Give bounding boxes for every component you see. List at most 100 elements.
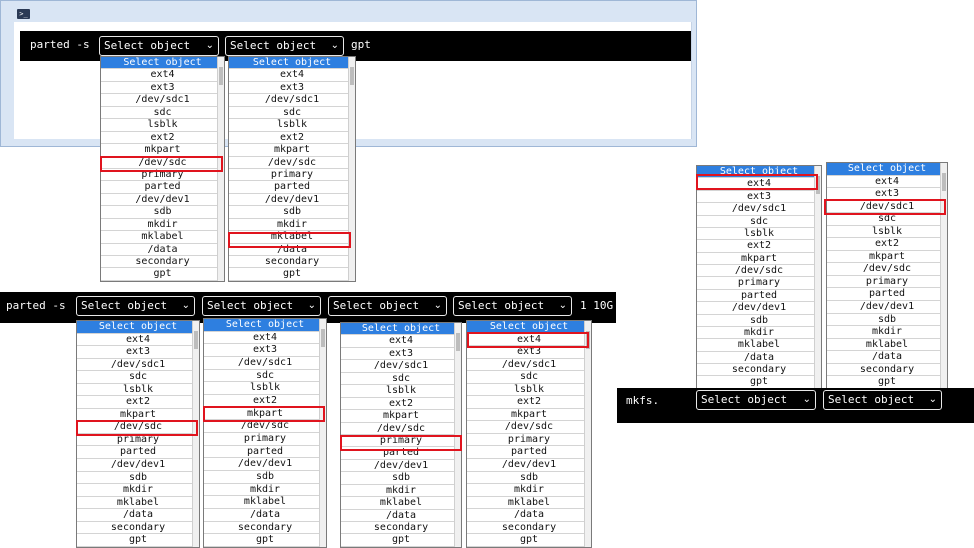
dropdown-option[interactable]: Select object [204,319,326,332]
dropdown-option[interactable]: /dev/sdc1 [467,359,591,372]
dropdown-option[interactable]: lsblk [827,226,947,239]
scrollbar-thumb[interactable] [321,329,325,347]
dropdown-option[interactable]: primary [467,434,591,447]
dropdown-option[interactable]: ext4 [341,335,461,348]
dropdown-option[interactable]: sdb [697,315,821,327]
dropdown-option[interactable]: primary [229,169,355,182]
dropdown-option[interactable]: parted [101,181,224,194]
dropdown-option[interactable]: sdb [229,206,355,219]
dropdown-option[interactable]: ext3 [697,191,821,204]
scrollbar-thumb[interactable] [816,176,820,194]
dropdown-option[interactable]: ext2 [204,395,326,408]
dropdown-option[interactable]: mklabel [229,231,355,244]
dropdown-option[interactable]: mklabel [467,497,591,510]
dropdown-option[interactable]: secondary [827,364,947,377]
dropdown-option[interactable]: parted [204,446,326,459]
scrollbar-thumb[interactable] [586,331,590,349]
dropdown-option[interactable]: sdc [827,213,947,226]
dropdown-option[interactable]: ext2 [101,132,224,145]
scrollbar-thumb[interactable] [942,173,946,191]
dropdown-option[interactable]: mkpart [101,144,224,157]
dropdown-option[interactable]: /dev/sdc [827,263,947,276]
dropdown-option[interactable]: sdb [341,472,461,485]
select-object-p2-3[interactable]: Select object ⌄ [328,296,447,316]
dropdown-option[interactable]: mkpart [697,253,821,265]
dropdown-option[interactable]: secondary [204,522,326,535]
dropdown-option[interactable]: secondary [341,522,461,535]
dropdown-option[interactable]: ext4 [827,176,947,189]
dropdown-option[interactable]: ext4 [204,332,326,345]
dropdown-option[interactable]: mkdir [827,326,947,339]
dropdown-option[interactable]: sdb [467,472,591,485]
dropdown-option[interactable]: mkdir [229,219,355,232]
scrollbar[interactable] [454,323,461,547]
dropdown-option[interactable]: Select object [827,163,947,176]
dropdown-option[interactable]: lsblk [101,119,224,132]
dropdown-option[interactable]: lsblk [204,382,326,395]
dropdown-option[interactable]: mklabel [827,339,947,352]
dropdown-option[interactable]: /dev/sdc [697,265,821,278]
dropdown-option[interactable]: parted [467,446,591,460]
dropdown-option[interactable]: gpt [204,534,326,547]
dropdown-option[interactable]: secondary [229,256,355,269]
dropdown-option[interactable]: mkpart [827,251,947,264]
dropdown-option[interactable]: /dev/sdc1 [827,201,947,214]
dropdown-option[interactable]: mklabel [77,497,199,510]
dropdown-option[interactable]: /dev/sdc1 [341,360,461,373]
dropdown-option[interactable]: sdb [204,471,326,484]
dropdown-option[interactable]: mkpart [341,410,461,423]
dropdown-option[interactable]: parted [229,181,355,194]
dropdown-option[interactable]: ext2 [697,240,821,253]
dropdown-option[interactable]: Select object [77,321,199,334]
select-object-p1-2[interactable]: Select object ⌄ [225,36,344,56]
dropdown-option[interactable]: primary [204,433,326,446]
dropdown-option[interactable]: /data [101,244,224,256]
scrollbar-thumb[interactable] [456,333,460,351]
dropdown-option[interactable]: /dev/sdc1 [697,203,821,216]
scrollbar[interactable] [319,319,326,547]
dropdown-option[interactable]: /dev/sdc [204,420,326,433]
dropdown-option[interactable]: /dev/dev1 [77,459,199,472]
dropdown-option[interactable]: mkpart [204,408,326,421]
dropdown-list-p3-2[interactable]: Select object ext4 ext3/dev/sdc1 sdc lsblk ex… [826,162,948,390]
dropdown-option[interactable]: /dev/dev1 [101,194,224,207]
select-object-p2-2[interactable]: Select object ⌄ [202,296,321,316]
dropdown-option[interactable]: ext4 [697,178,821,191]
dropdown-option[interactable]: mkpart [77,409,199,422]
dropdown-option[interactable]: sdc [229,107,355,120]
dropdown-option[interactable]: /dev/sdc1 [229,94,355,107]
dropdown-option[interactable]: gpt [101,268,224,281]
dropdown-option[interactable]: lsblk [697,228,821,241]
dropdown-option[interactable]: Select object [467,321,591,334]
dropdown-option[interactable]: ext4 [101,69,224,82]
scrollbar[interactable] [584,321,591,547]
dropdown-option[interactable]: mkpart [467,409,591,422]
dropdown-option[interactable]: secondary [467,522,591,535]
dropdown-option[interactable]: mkpart [229,144,355,157]
dropdown-option[interactable]: ext2 [827,238,947,251]
dropdown-option[interactable]: /dev/sdc [229,157,355,169]
dropdown-option[interactable]: sdc [697,216,821,228]
dropdown-option[interactable]: mkdir [77,484,199,497]
dropdown-option[interactable]: primary [77,434,199,447]
select-object-p3-1[interactable]: Select object ⌄ [696,390,816,410]
dropdown-option[interactable]: /dev/sdc [101,157,224,169]
dropdown-option[interactable]: gpt [827,376,947,389]
dropdown-option[interactable]: gpt [697,376,821,389]
dropdown-option[interactable]: primary [101,169,224,182]
dropdown-option[interactable]: sdc [77,371,199,384]
scrollbar[interactable] [814,166,821,389]
scrollbar[interactable] [192,321,199,547]
dropdown-option[interactable]: mklabel [341,497,461,510]
dropdown-option[interactable]: sdc [467,371,591,384]
dropdown-option[interactable]: secondary [101,256,224,269]
dropdown-option[interactable]: /dev/dev1 [204,458,326,471]
dropdown-option[interactable]: /data [827,351,947,364]
dropdown-option[interactable]: /dev/dev1 [341,460,461,473]
dropdown-option[interactable]: Select object [101,57,224,70]
dropdown-option[interactable]: parted [697,290,821,303]
dropdown-option[interactable]: sdb [101,206,224,219]
dropdown-list-p2-4[interactable]: Select object ext4 ext3/dev/sdc1 sdc lsblk ex… [466,320,592,548]
scrollbar[interactable] [217,57,224,281]
dropdown-option[interactable]: /dev/sdc [467,421,591,434]
